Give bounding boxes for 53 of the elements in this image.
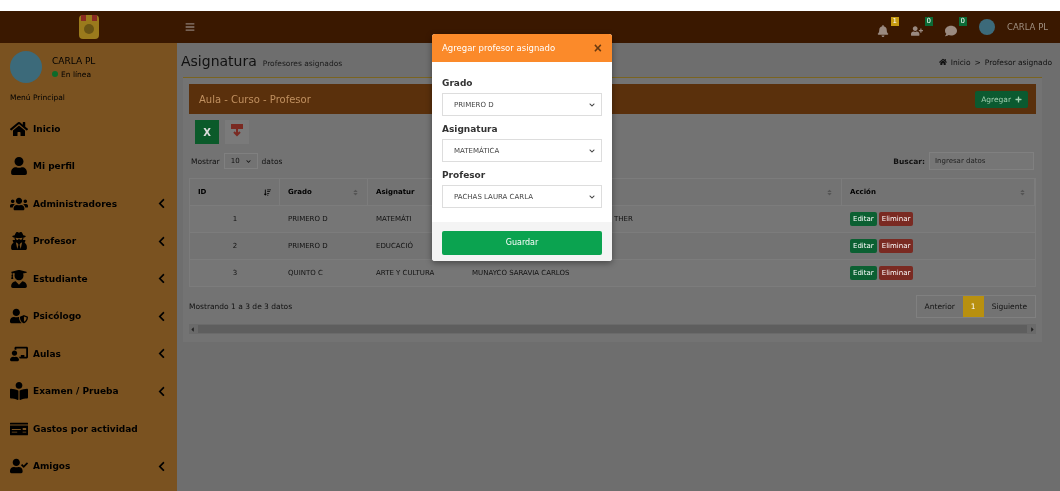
graduate-icon: [10, 269, 28, 288]
horizontal-scrollbar[interactable]: [189, 324, 1036, 334]
menu-icon[interactable]: [185, 22, 195, 32]
book-reader-icon: [10, 382, 28, 401]
field-label: Asignatura: [442, 124, 499, 134]
user-menu[interactable]: CARLA PL: [1007, 22, 1048, 32]
page-title: Asignatura: [181, 53, 257, 69]
panel-title: Aula - Curso - Profesor: [199, 93, 311, 105]
chevron-icon: [156, 385, 167, 397]
sidebar-item[interactable]: Aulas: [0, 335, 177, 373]
user-name: CARLA PL: [52, 55, 96, 66]
sidebar-item[interactable]: Examen / Prueba: [0, 372, 177, 410]
spy-icon: [10, 232, 28, 251]
field-label: Profesor: [442, 170, 487, 180]
sidebar-item[interactable]: Profesor: [0, 222, 177, 260]
home-icon: [10, 119, 28, 138]
user-check-icon: [10, 457, 28, 476]
crest-logo: [77, 14, 100, 40]
spreadsheet-icon[interactable]: X: [195, 120, 219, 144]
sidebar-item[interactable]: Psicólogo: [0, 297, 177, 335]
user-plus-icon: [911, 25, 924, 37]
comment-icon: [945, 25, 958, 37]
teacher-board-icon: [10, 344, 28, 363]
chevron-down-icon: [589, 147, 595, 154]
caret-left-icon: [189, 325, 196, 333]
chevron-icon: [156, 310, 167, 322]
user-icon: [10, 157, 28, 176]
chevron-down-icon: [589, 101, 595, 108]
sidebar-item[interactable]: Mi perfil: [0, 147, 177, 185]
close-button[interactable]: ×: [593, 41, 602, 55]
home-icon: [938, 58, 947, 66]
sidebar-item[interactable]: Inicio: [0, 110, 177, 148]
sidebar-item[interactable]: Amigos: [0, 447, 177, 485]
chevron-icon: [156, 348, 167, 360]
caret-right-icon: [1029, 325, 1036, 333]
user-shield-icon: [10, 307, 28, 326]
chevron-icon: [156, 273, 167, 285]
sidebar-item[interactable]: Gastos por actividad: [0, 410, 177, 448]
chevron-down-icon: [245, 158, 251, 164]
sidebar-item[interactable]: Estudiante: [0, 260, 177, 298]
chevron-icon: [156, 198, 167, 210]
user-avatar: [979, 19, 996, 35]
chevron-icon: [156, 460, 167, 472]
chevron-icon: [156, 235, 167, 247]
plus-icon: [1015, 95, 1022, 103]
field-label: Grado: [442, 78, 474, 88]
bell-icon: [877, 25, 890, 37]
pdf-icon[interactable]: [225, 120, 249, 144]
dialog-title: Agregar profesor asignado: [442, 43, 556, 53]
sidebar-item[interactable]: Administradores: [0, 185, 177, 223]
chevron-down-icon: [589, 193, 595, 200]
save-button[interactable]: Guardar: [442, 230, 602, 255]
user-avatar: [10, 51, 42, 83]
